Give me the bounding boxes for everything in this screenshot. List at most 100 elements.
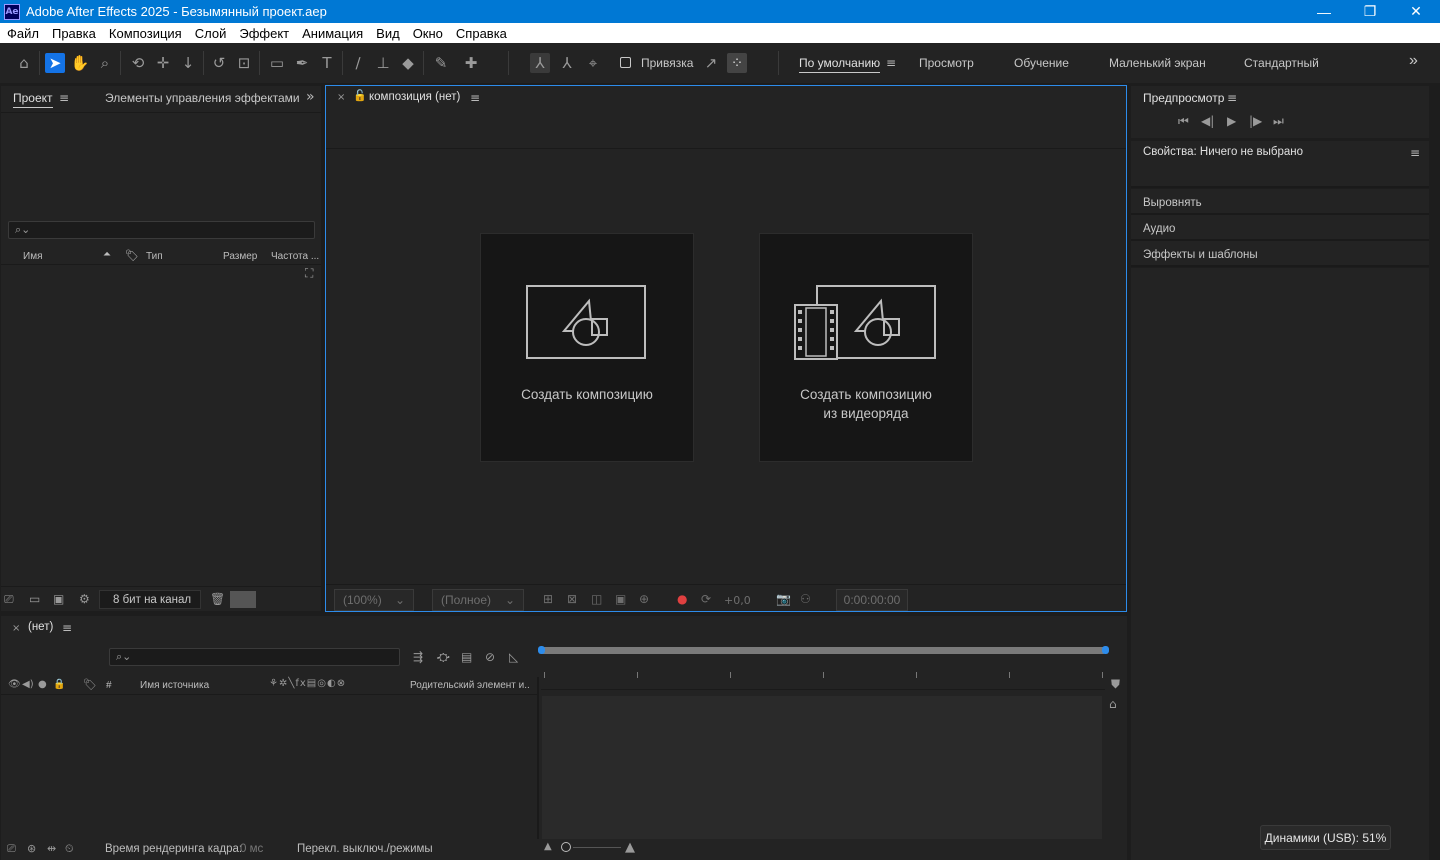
- col-layer-number[interactable]: #: [106, 680, 112, 691]
- new-composition-card[interactable]: Создать композицию: [480, 233, 694, 462]
- next-frame-icon[interactable]: |▶: [1249, 114, 1262, 128]
- col-name[interactable]: Имя: [23, 251, 42, 262]
- shy-layers-icon[interactable]: ▤: [461, 650, 472, 664]
- timeline-menu-icon[interactable]: ≡: [62, 621, 72, 635]
- col-source-name[interactable]: Имя источника: [140, 680, 209, 691]
- first-frame-icon[interactable]: ⏮: [1178, 114, 1189, 129]
- menu-view[interactable]: Вид: [376, 26, 400, 41]
- comp-mini-flowchart-icon[interactable]: ⇶: [413, 650, 423, 664]
- menu-composition[interactable]: Композиция: [109, 26, 182, 41]
- workspace-review[interactable]: Просмотр: [919, 56, 974, 70]
- orbit-camera-icon[interactable]: ⟲: [128, 53, 148, 73]
- zoom-dropdown[interactable]: (100%) ⌄: [334, 589, 414, 611]
- interpret-footage-icon[interactable]: ⎚: [4, 592, 14, 607]
- snapping-checkbox[interactable]: [620, 57, 631, 68]
- menu-file[interactable]: Файл: [7, 26, 39, 41]
- adjust-settings-icon[interactable]: ⚙: [79, 592, 90, 606]
- effects-presets-panel-header[interactable]: Эффекты и шаблоны: [1131, 241, 1429, 267]
- work-area-bar[interactable]: [541, 647, 1105, 654]
- workspace-learn[interactable]: Обучение: [1014, 56, 1069, 70]
- panel-overflow-icon[interactable]: »: [306, 89, 315, 105]
- lock-column-icon[interactable]: 🔒: [53, 679, 65, 690]
- brush-tool-icon[interactable]: ∕: [348, 53, 368, 73]
- new-composition-icon[interactable]: ▣: [53, 592, 64, 606]
- play-icon[interactable]: ▶: [1227, 114, 1236, 128]
- zoom-out-icon[interactable]: ▲: [544, 841, 552, 852]
- hand-tool-icon[interactable]: ✋: [70, 53, 90, 73]
- menu-window[interactable]: Окно: [413, 26, 443, 41]
- render-time-toggle-icon[interactable]: ⏲: [65, 842, 74, 856]
- col-size[interactable]: Размер: [223, 251, 257, 262]
- transfer-controls-toggle-icon[interactable]: ⊛: [27, 842, 36, 855]
- label-tag-icon[interactable]: 🏷: [125, 249, 139, 262]
- flowchart-icon[interactable]: ⛶: [305, 266, 313, 281]
- in-out-toggle-icon[interactable]: ⇹: [47, 842, 56, 855]
- last-frame-icon[interactable]: ⏭: [1273, 114, 1284, 129]
- transparency-grid-icon[interactable]: ⊠: [567, 592, 577, 606]
- snap-edges-icon[interactable]: ↗: [701, 53, 721, 73]
- video-eye-icon[interactable]: 👁: [8, 679, 21, 690]
- workspace-default[interactable]: По умолчанию: [799, 56, 881, 73]
- reset-exposure-icon[interactable]: ⟳: [701, 592, 711, 606]
- audio-panel-header[interactable]: Аудио: [1131, 215, 1429, 241]
- trash-icon[interactable]: 🗑: [210, 592, 225, 606]
- timeline-track-area[interactable]: [542, 696, 1102, 839]
- type-tool-icon[interactable]: T: [317, 53, 337, 73]
- col-parent-link[interactable]: Родительский элемент и...: [410, 680, 530, 691]
- align-panel-header[interactable]: Выровнять: [1131, 189, 1429, 215]
- layer-switches-toggle-icon[interactable]: ⎚: [7, 842, 16, 856]
- close-tab-icon[interactable]: ×: [337, 92, 345, 103]
- home-icon[interactable]: ⌂: [14, 53, 34, 73]
- snapshot-icon[interactable]: 📷: [776, 592, 791, 606]
- zoom-slider-track[interactable]: [573, 847, 621, 848]
- menu-layer[interactable]: Слой: [195, 26, 227, 41]
- puppet-pin-tool-icon[interactable]: ✚: [461, 53, 481, 73]
- properties-menu-icon[interactable]: ≡: [1410, 146, 1420, 160]
- mask-visibility-icon[interactable]: ◫: [591, 592, 602, 606]
- tab-effect-controls[interactable]: Элементы управления эффектами (нет: [105, 91, 302, 105]
- resolution-dropdown[interactable]: (Полное) ⌄: [432, 589, 524, 611]
- lock-icon[interactable]: 🔓: [353, 89, 367, 102]
- region-of-interest-icon[interactable]: ▣: [615, 592, 626, 606]
- col-frame-rate[interactable]: Частота ...: [271, 251, 319, 262]
- eraser-tool-icon[interactable]: ◆: [398, 53, 418, 73]
- rotation-tool-icon[interactable]: ↺: [209, 53, 229, 73]
- restore-button[interactable]: ❐: [1347, 0, 1393, 23]
- show-snapshot-icon[interactable]: ⚇: [800, 592, 811, 606]
- previous-frame-icon[interactable]: ◀|: [1201, 114, 1214, 128]
- channel-icon[interactable]: ●: [677, 592, 687, 606]
- comp-button-icon[interactable]: ⌂: [1109, 697, 1117, 711]
- toggle-switches-modes-button[interactable]: Перекл. выключ./режимы: [297, 843, 433, 855]
- draft-3d-icon[interactable]: ⛮: [437, 650, 450, 665]
- viewer-menu-icon[interactable]: ≡: [470, 91, 480, 105]
- workspace-menu-icon[interactable]: ≡: [886, 56, 896, 70]
- minimize-button[interactable]: —: [1301, 0, 1347, 23]
- preview-menu-icon[interactable]: ≡: [1227, 91, 1237, 105]
- rectangle-tool-icon[interactable]: ▭: [267, 53, 287, 73]
- work-area-start-handle[interactable]: [538, 646, 545, 654]
- dolly-camera-icon[interactable]: ↓: [178, 53, 198, 73]
- current-time-display[interactable]: 0:00:00:00: [836, 589, 908, 611]
- tab-composition[interactable]: композиция (нет): [369, 91, 460, 103]
- workspace-small-screen[interactable]: Маленький экран: [1109, 56, 1206, 70]
- exposure-value[interactable]: +0,0: [724, 594, 751, 607]
- solo-icon[interactable]: ●: [38, 679, 47, 690]
- comp-marker-bin-icon[interactable]: ⛊: [1111, 677, 1120, 692]
- roto-brush-tool-icon[interactable]: ✎: [431, 53, 451, 73]
- label-column-icon[interactable]: 🏷: [83, 678, 97, 691]
- project-menu-icon[interactable]: ≡: [59, 91, 69, 105]
- menu-edit[interactable]: Правка: [52, 26, 96, 41]
- menu-effect[interactable]: Эффект: [239, 26, 289, 41]
- frame-blending-icon[interactable]: ⊘: [485, 650, 495, 664]
- selection-tool-icon[interactable]: ➤: [45, 53, 65, 73]
- graph-editor-icon[interactable]: ◺: [509, 650, 518, 664]
- zoom-slider-handle[interactable]: [561, 842, 571, 852]
- new-composition-from-footage-card[interactable]: Создать композицию из видеоряда: [759, 233, 973, 462]
- new-folder-icon[interactable]: ▭: [29, 592, 40, 606]
- zoom-in-icon[interactable]: ▲: [625, 840, 635, 855]
- close-button[interactable]: ✕: [1393, 0, 1439, 23]
- anchor-point-tool-icon[interactable]: ⊡: [234, 53, 254, 73]
- project-search-input[interactable]: ⌕⌄: [8, 221, 315, 239]
- local-axis-mode-icon[interactable]: ⅄: [530, 53, 550, 73]
- view-axis-mode-icon[interactable]: ⌖: [583, 53, 603, 73]
